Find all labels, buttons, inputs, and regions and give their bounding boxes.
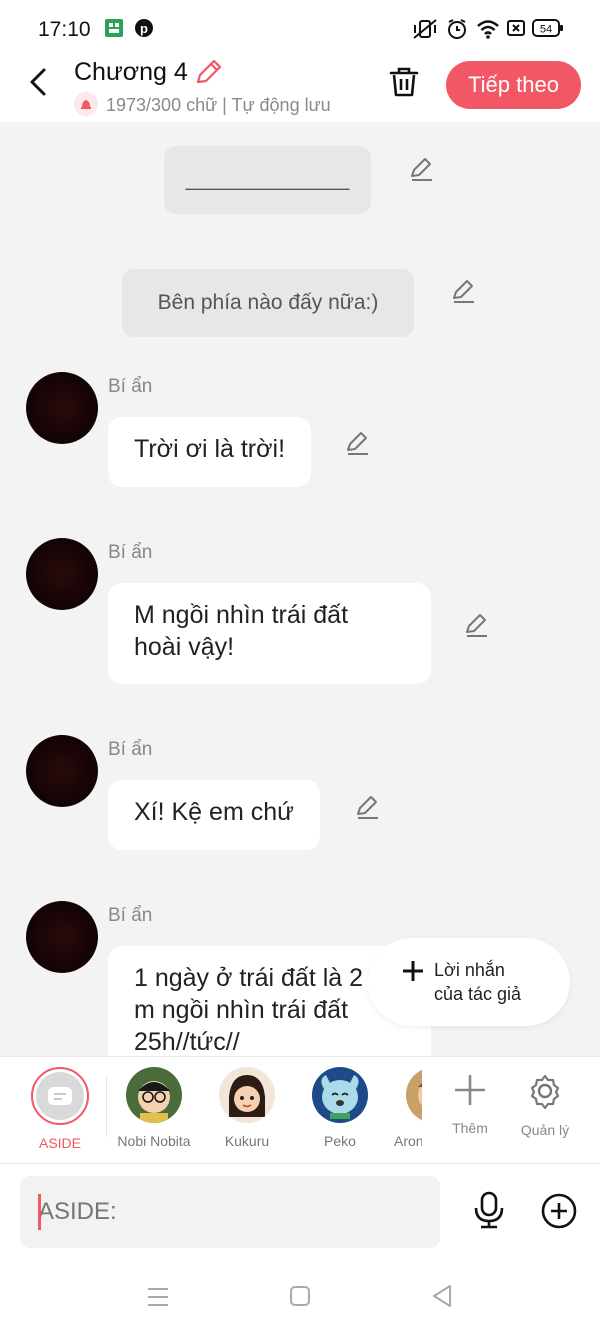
svg-text:p: p [140, 21, 148, 36]
author-note-label: Lời nhắn của tác giả [434, 958, 521, 1006]
message-text: m ngồi nhìn trái đất [134, 996, 349, 1024]
edit-title-icon[interactable] [194, 58, 224, 91]
composer [0, 1164, 600, 1260]
text-caret [38, 1194, 41, 1230]
character-label: Nobi Nobita [117, 1133, 191, 1149]
plus-icon [402, 958, 424, 988]
avatar[interactable] [26, 538, 98, 610]
message-text: hoài vậy! [134, 633, 235, 661]
message-input[interactable] [20, 1176, 440, 1248]
character-aron-clip: Aron [388, 1067, 422, 1157]
character-label: Kukuru [224, 1133, 270, 1149]
character-selector: ASIDE Nobi Nobita Kukuru Peko Aron Thêm [0, 1056, 600, 1164]
manage-button[interactable]: Quản lý [510, 1073, 580, 1138]
chapter-title: Chương 4 [74, 58, 188, 86]
edit-message-icon[interactable] [354, 794, 382, 825]
app-notification-icon [104, 18, 124, 43]
manage-label: Quản lý [520, 1122, 570, 1138]
divider [106, 1077, 107, 1137]
edit-message-icon[interactable] [344, 430, 372, 461]
message-bubble[interactable]: Trời ơi là trời! [108, 417, 312, 487]
author-note-button[interactable]: Lời nhắn của tác giả [368, 938, 570, 1026]
narration-bubble[interactable]: Bên phía nào đấy nữa:) [122, 269, 414, 337]
pinterest-icon: p [134, 18, 154, 43]
chapter-header: Chương 4 1973/300 chữ | Tự động lưu Tiếp… [0, 58, 600, 122]
nobita-avatar [126, 1067, 182, 1123]
character-name: Bí ẩn [108, 905, 153, 926]
character-aron[interactable]: Aron [388, 1067, 422, 1149]
vibrate-mute-icon [412, 18, 438, 45]
message-text: 25h//tức// [134, 1028, 240, 1056]
character-label: ASIDE [38, 1135, 81, 1151]
chat-bubble-icon [48, 1087, 72, 1105]
subtitle-text: 1973/300 chữ | Tự động lưu [106, 95, 331, 115]
character-aside[interactable]: ASIDE [15, 1067, 105, 1151]
sim-icon [506, 18, 526, 43]
battery-icon: 54 [532, 19, 564, 42]
edit-message-icon[interactable] [463, 612, 491, 643]
character-nobita[interactable]: Nobi Nobita [109, 1067, 199, 1149]
character-name: Bí ẩn [108, 376, 153, 397]
character-kukuru[interactable]: Kukuru [202, 1067, 292, 1149]
aron-avatar [406, 1067, 422, 1123]
narration-bubble[interactable]: ______________ [164, 146, 371, 214]
character-name: Bí ẩn [108, 739, 153, 760]
svg-text:54: 54 [540, 24, 552, 36]
system-nav-bar [0, 1260, 600, 1333]
message-text: Xí! Kệ em chứ [134, 798, 294, 826]
word-count-autosave: 1973/300 chữ | Tự động lưu [74, 92, 331, 116]
kukuru-avatar [219, 1067, 275, 1123]
avatar[interactable] [26, 901, 98, 973]
microphone-icon[interactable] [470, 1190, 508, 1235]
back-triangle-icon[interactable] [430, 1284, 454, 1313]
status-time: 17:10 [38, 18, 91, 41]
peko-avatar [312, 1067, 368, 1123]
message-bubble[interactable]: Xí! Kệ em chứ [108, 780, 320, 850]
message-text: Trời ơi là trời! [134, 435, 286, 463]
edit-message-icon[interactable] [450, 278, 478, 309]
character-peko[interactable]: Peko [295, 1067, 385, 1149]
author-note-line: của tác giả [434, 984, 522, 1004]
message-text: M ngồi nhìn trái đất [134, 601, 349, 629]
avatar[interactable] [26, 735, 98, 807]
chat-area[interactable]: ______________ Bên phía nào đấy nữa:) Bí… [0, 122, 600, 1056]
message-text: 1 ngày ở trái đất là 2 [134, 964, 364, 992]
character-label: Aron [394, 1133, 422, 1149]
more-button[interactable]: Thêm [435, 1073, 505, 1136]
menu-icon[interactable] [146, 1286, 170, 1313]
back-arrow-icon[interactable] [24, 66, 54, 98]
character-label: Peko [324, 1133, 356, 1149]
next-button[interactable]: Tiếp theo [446, 61, 581, 109]
author-note-line: Lời nhắn [434, 960, 505, 980]
character-name: Bí ẩn [108, 542, 153, 563]
aside-avatar [31, 1067, 89, 1125]
plus-icon [455, 1075, 485, 1105]
message-bubble[interactable]: M ngồi nhìn trái đất hoài vậy! [108, 583, 431, 684]
alarm-icon [446, 18, 468, 45]
status-bar: 17:10 p 54 [0, 0, 600, 58]
home-icon[interactable] [289, 1285, 311, 1312]
edit-message-icon[interactable] [408, 156, 436, 187]
wifi-icon [476, 18, 500, 45]
trash-icon[interactable] [386, 64, 422, 105]
avatar[interactable] [26, 372, 98, 444]
gear-icon [530, 1074, 560, 1110]
more-label: Thêm [452, 1120, 488, 1136]
bell-icon [74, 92, 98, 116]
add-circle-icon[interactable] [540, 1192, 578, 1235]
